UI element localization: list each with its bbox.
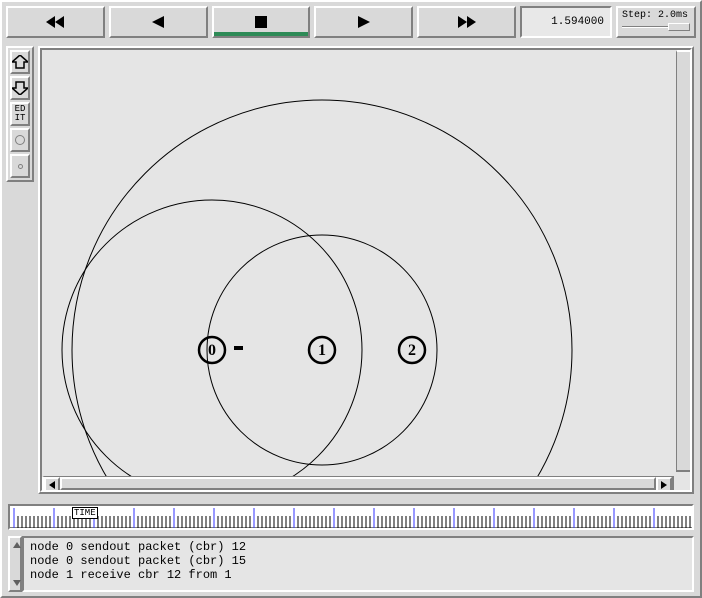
vertical-scrollbar[interactable] xyxy=(676,50,692,472)
topology-svg: 0 1 2 xyxy=(42,50,687,480)
step-label: Step: 2.0ms xyxy=(622,10,690,21)
node-2[interactable]: 2 xyxy=(399,337,425,363)
play-icon xyxy=(358,16,370,28)
timeline-ruler[interactable]: TIME xyxy=(8,504,694,530)
horizontal-scrollbar[interactable] xyxy=(42,476,674,492)
edit-button[interactable]: EDIT xyxy=(10,102,30,126)
rewind-icon xyxy=(46,16,64,28)
tool-circle-small-button[interactable] xyxy=(10,154,30,178)
scroll-left-button[interactable] xyxy=(44,477,60,492)
back-icon xyxy=(152,16,164,28)
playback-toolbar: 1.594000 Step: 2.0ms xyxy=(6,6,696,38)
scroll-right-button[interactable] xyxy=(656,477,672,492)
ffwd-icon xyxy=(458,16,476,28)
arrow-down-outline-icon xyxy=(12,81,28,95)
app-frame: 1.594000 Step: 2.0ms EDIT xyxy=(0,0,702,598)
step-slider[interactable] xyxy=(622,23,690,31)
layer-down-button[interactable] xyxy=(10,76,30,100)
hscroll-track[interactable] xyxy=(60,477,656,490)
circle-large-icon xyxy=(15,135,25,145)
circle-small-icon xyxy=(18,164,23,169)
layer-up-button[interactable] xyxy=(10,50,30,74)
step-back-button[interactable] xyxy=(109,6,208,38)
log-output: node 0 sendout packet (cbr) 12 node 0 se… xyxy=(22,536,694,592)
stop-button[interactable] xyxy=(212,6,311,38)
time-display: 1.594000 xyxy=(520,6,612,38)
chevron-right-icon xyxy=(661,481,667,489)
simulation-canvas[interactable]: 0 1 2 xyxy=(40,48,692,492)
svg-text:0: 0 xyxy=(208,342,216,359)
log-panel: node 0 sendout packet (cbr) 12 node 0 se… xyxy=(8,536,694,592)
svg-text:1: 1 xyxy=(318,342,326,359)
ruler-ticks xyxy=(10,506,692,528)
node-0[interactable]: 0 xyxy=(199,337,225,363)
side-toolbar: EDIT xyxy=(6,46,34,182)
arrow-up-outline-icon xyxy=(12,55,28,69)
fast-forward-button[interactable] xyxy=(417,6,516,38)
stop-icon xyxy=(255,16,267,28)
active-indicator xyxy=(214,32,309,36)
play-button[interactable] xyxy=(314,6,413,38)
rewind-button[interactable] xyxy=(6,6,105,38)
svg-text:2: 2 xyxy=(408,342,416,359)
time-marker[interactable]: TIME xyxy=(72,507,98,519)
log-gutter[interactable] xyxy=(8,536,22,592)
packet-marker xyxy=(234,346,243,350)
step-control[interactable]: Step: 2.0ms xyxy=(616,6,696,38)
edit-label: EDIT xyxy=(15,105,26,123)
tool-circle-large-button[interactable] xyxy=(10,128,30,152)
node-1[interactable]: 1 xyxy=(309,337,335,363)
chevron-left-icon xyxy=(49,481,55,489)
canvas-frame: 0 1 2 xyxy=(38,46,694,494)
